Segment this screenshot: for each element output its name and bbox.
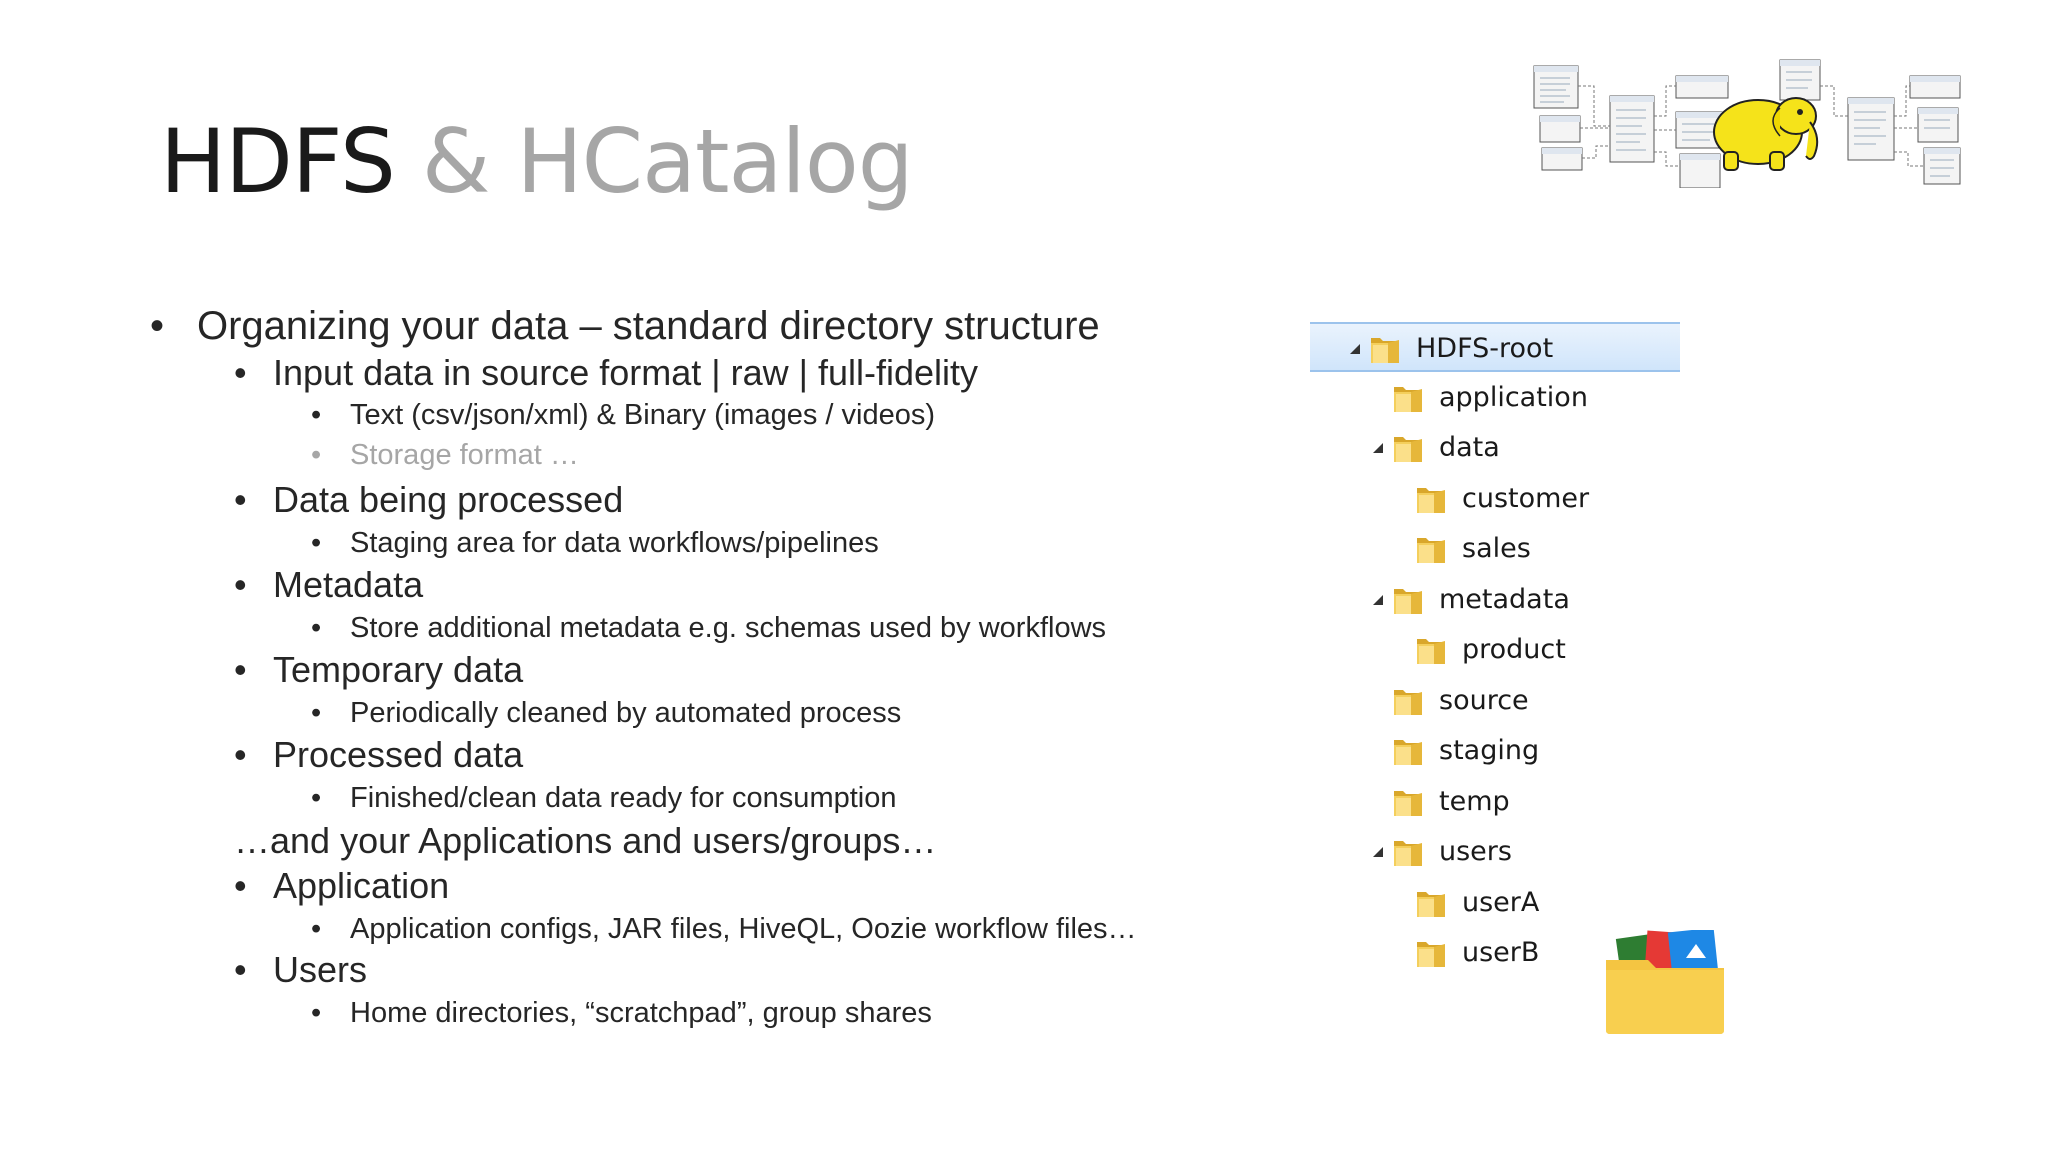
tree-item-staging[interactable]: staging: [1310, 726, 1680, 776]
folder-icon: [1414, 532, 1448, 566]
bullet-dot-icon: •: [311, 439, 322, 471]
tree-item-temp[interactable]: temp: [1310, 777, 1680, 827]
bullet-text: Input data in source format | raw | full…: [273, 352, 979, 393]
tree-item-sales[interactable]: sales: [1310, 524, 1680, 574]
tree-item-label: staging: [1439, 735, 1540, 766]
tree-item-users[interactable]: users: [1310, 827, 1680, 877]
title-secondary: & HCatalog: [421, 110, 914, 213]
tree-item-label: temp: [1439, 785, 1510, 817]
hadoop-schema-diagram-icon: [1533, 59, 1961, 188]
folder-icon: [1391, 835, 1425, 869]
bullet-text: Application configs, JAR files, HiveQL, …: [350, 913, 1137, 945]
bullet-text: …and your Applications and users/groups…: [234, 820, 937, 861]
bullet-dot-icon: •: [311, 997, 322, 1029]
tree-item-hdfs-root[interactable]: HDFS-root: [1310, 322, 1680, 372]
bullet-dot-icon: •: [150, 304, 165, 348]
bullet-dot-icon: •: [311, 697, 322, 729]
bullet-text: Home directories, “scratchpad”, group sh…: [350, 997, 932, 1029]
bullet-text: Data being processed: [273, 479, 624, 520]
tree-item-label: customer: [1462, 482, 1590, 514]
tree-item-label: data: [1439, 432, 1500, 463]
folder-icon: [1391, 684, 1425, 718]
tree-item-product[interactable]: product: [1310, 625, 1680, 675]
tree-item-data[interactable]: data: [1310, 423, 1680, 473]
bullet-text: Periodically cleaned by automated proces…: [350, 697, 902, 729]
tree-item-label: application: [1439, 381, 1588, 413]
bullet-text: Metadata: [273, 564, 424, 605]
folder-icon: [1391, 785, 1425, 819]
folder-icon: [1391, 734, 1425, 768]
folder-icon: [1414, 886, 1448, 920]
bullet-dot-icon: •: [311, 527, 322, 559]
tree-item-metadata[interactable]: metadata: [1310, 575, 1680, 625]
bullet-dot-icon: •: [311, 782, 322, 814]
bullet-dot-icon: •: [234, 949, 247, 990]
bullet-dot-icon: •: [234, 564, 247, 605]
bullet-dot-icon: •: [311, 913, 322, 945]
bullet-dot-icon: •: [234, 734, 247, 775]
tree-item-application[interactable]: application: [1310, 373, 1680, 423]
bullet-dot-icon: •: [311, 399, 322, 431]
folder-icon: [1391, 583, 1425, 617]
title-main: HDFS: [160, 110, 396, 213]
bullet-text: Storage format …: [350, 439, 579, 471]
hadoop-elephant-icon: [1713, 97, 1819, 171]
tree-item-label: userB: [1462, 937, 1540, 968]
tree-item-label: sales: [1462, 533, 1531, 564]
tree-item-label: userA: [1462, 886, 1540, 918]
bullet-dot-icon: •: [234, 479, 247, 520]
bullet-text: Finished/clean data ready for consumptio…: [350, 782, 897, 814]
expanded-triangle-icon[interactable]: [1371, 844, 1385, 858]
folder-icon: [1368, 332, 1402, 366]
bullet-dot-icon: •: [234, 865, 247, 906]
tree-item-label: HDFS-root: [1416, 333, 1554, 364]
tree-item-label: source: [1439, 684, 1529, 716]
slide-title: HDFS & HCatalog: [160, 118, 914, 206]
tree-item-label: metadata: [1439, 583, 1570, 615]
bullet-dot-icon: •: [234, 649, 247, 690]
tree-item-label: product: [1462, 634, 1566, 665]
bullet-dot-icon: •: [234, 352, 247, 393]
tree-item-source[interactable]: source: [1310, 676, 1680, 726]
folder-icon: [1391, 381, 1425, 415]
bullet-dot-icon: •: [311, 612, 322, 644]
bullet-text: Temporary data: [273, 649, 524, 690]
folder-icon: [1414, 482, 1448, 516]
tree-item-usera[interactable]: userA: [1310, 878, 1680, 928]
expanded-triangle-icon[interactable]: [1348, 341, 1362, 355]
bullet-text: Store additional metadata e.g. schemas u…: [350, 612, 1107, 644]
bullet-text: Organizing your data – standard director…: [197, 304, 1100, 348]
folder-icon: [1414, 633, 1448, 667]
bullet-text: Staging area for data workflows/pipeline…: [350, 527, 879, 559]
bullet-text: Text (csv/json/xml) & Binary (images / v…: [350, 399, 935, 431]
expanded-triangle-icon[interactable]: [1371, 440, 1385, 454]
open-folder-icon: [1606, 930, 1724, 1034]
bullet-text: Application: [273, 865, 450, 906]
folder-icon: [1414, 936, 1448, 970]
bullet-text: Users: [273, 949, 368, 990]
expanded-triangle-icon[interactable]: [1371, 592, 1385, 606]
folder-icon: [1391, 431, 1425, 465]
tree-item-label: users: [1439, 836, 1512, 867]
hdfs-directory-tree: HDFS-root application data customer sales met…: [1310, 322, 1680, 986]
tree-item-customer[interactable]: customer: [1310, 474, 1680, 524]
bullet-text: Processed data: [273, 734, 524, 775]
